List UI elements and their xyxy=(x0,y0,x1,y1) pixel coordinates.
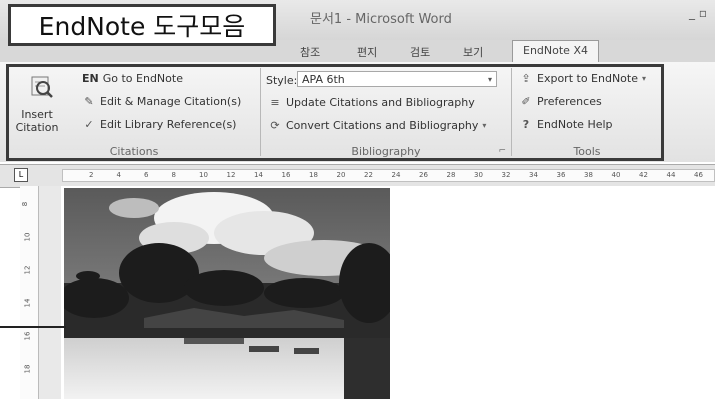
beach-photo xyxy=(64,188,390,399)
tab-endnote[interactable]: EndNote X4 xyxy=(512,40,599,62)
horizontal-ruler[interactable]: L 2 4 6 8 10 12 14 16 18 20 22 24 26 28 30 32 34 36 38 40 42… xyxy=(0,164,715,188)
ruler-tick: 34 xyxy=(529,171,538,179)
ruler-tick: 10 xyxy=(199,171,208,179)
vertical-ruler-tick: 18 xyxy=(23,364,32,374)
window-title: 문서1 - Microsoft Word xyxy=(310,12,452,27)
tab-mailings[interactable]: 편지 xyxy=(357,44,377,60)
ruler-tick: 40 xyxy=(611,171,621,179)
vertical-ruler-tick: 10 xyxy=(23,232,32,242)
ruler-tick: 42 xyxy=(639,171,648,179)
ruler-tick: 26 xyxy=(419,171,428,179)
ruler-tick: 16 xyxy=(281,171,291,179)
ruler-tick: 30 xyxy=(474,171,483,179)
tab-selector-icon[interactable]: L xyxy=(14,168,28,182)
vertical-ruler[interactable]: 8 10 12 14 16 18 xyxy=(20,186,39,399)
document-image[interactable] xyxy=(64,188,390,399)
ruler-tick: 24 xyxy=(391,171,401,179)
caption-label: EndNote 도구모음 xyxy=(8,4,276,46)
ruler-tick: 8 xyxy=(171,171,176,179)
ruler-tick: 20 xyxy=(336,171,346,179)
ruler-tick: 46 xyxy=(694,171,703,179)
window-controls[interactable]: _ ▫ xyxy=(689,6,707,20)
vertical-ruler-tick: 14 xyxy=(23,298,32,308)
endnote-toolbar-highlight xyxy=(6,64,664,161)
tab-review[interactable]: 검토 xyxy=(410,44,430,60)
tab-view[interactable]: 보기 xyxy=(463,44,483,60)
ruler-tick: 32 xyxy=(501,171,511,179)
ruler-tick: 36 xyxy=(556,171,566,179)
ruler-tick: 22 xyxy=(364,171,373,179)
ruler-tick: 44 xyxy=(666,171,676,179)
ruler-tick: 6 xyxy=(144,171,149,179)
ruler-tick: 12 xyxy=(226,171,236,179)
ruler-track: 2 4 6 8 10 12 14 16 18 20 22 24 26 28 30 32 34 36 38 40 42 44… xyxy=(62,169,715,182)
vertical-ruler-tick: 12 xyxy=(23,265,32,275)
ruler-tick: 4 xyxy=(116,171,121,179)
tab-references[interactable]: 참조 xyxy=(300,44,320,60)
ruler-tick: 2 xyxy=(89,171,94,179)
ruler-tick: 14 xyxy=(254,171,263,179)
ruler-tick: 28 xyxy=(446,171,456,179)
page-gutter xyxy=(39,186,61,399)
ruler-tick: 38 xyxy=(584,171,593,179)
vertical-ruler-tick: 16 xyxy=(23,331,32,341)
ruler-tick: 18 xyxy=(309,171,318,179)
callout-line xyxy=(0,326,66,328)
vertical-ruler-tick: 8 xyxy=(21,201,30,207)
